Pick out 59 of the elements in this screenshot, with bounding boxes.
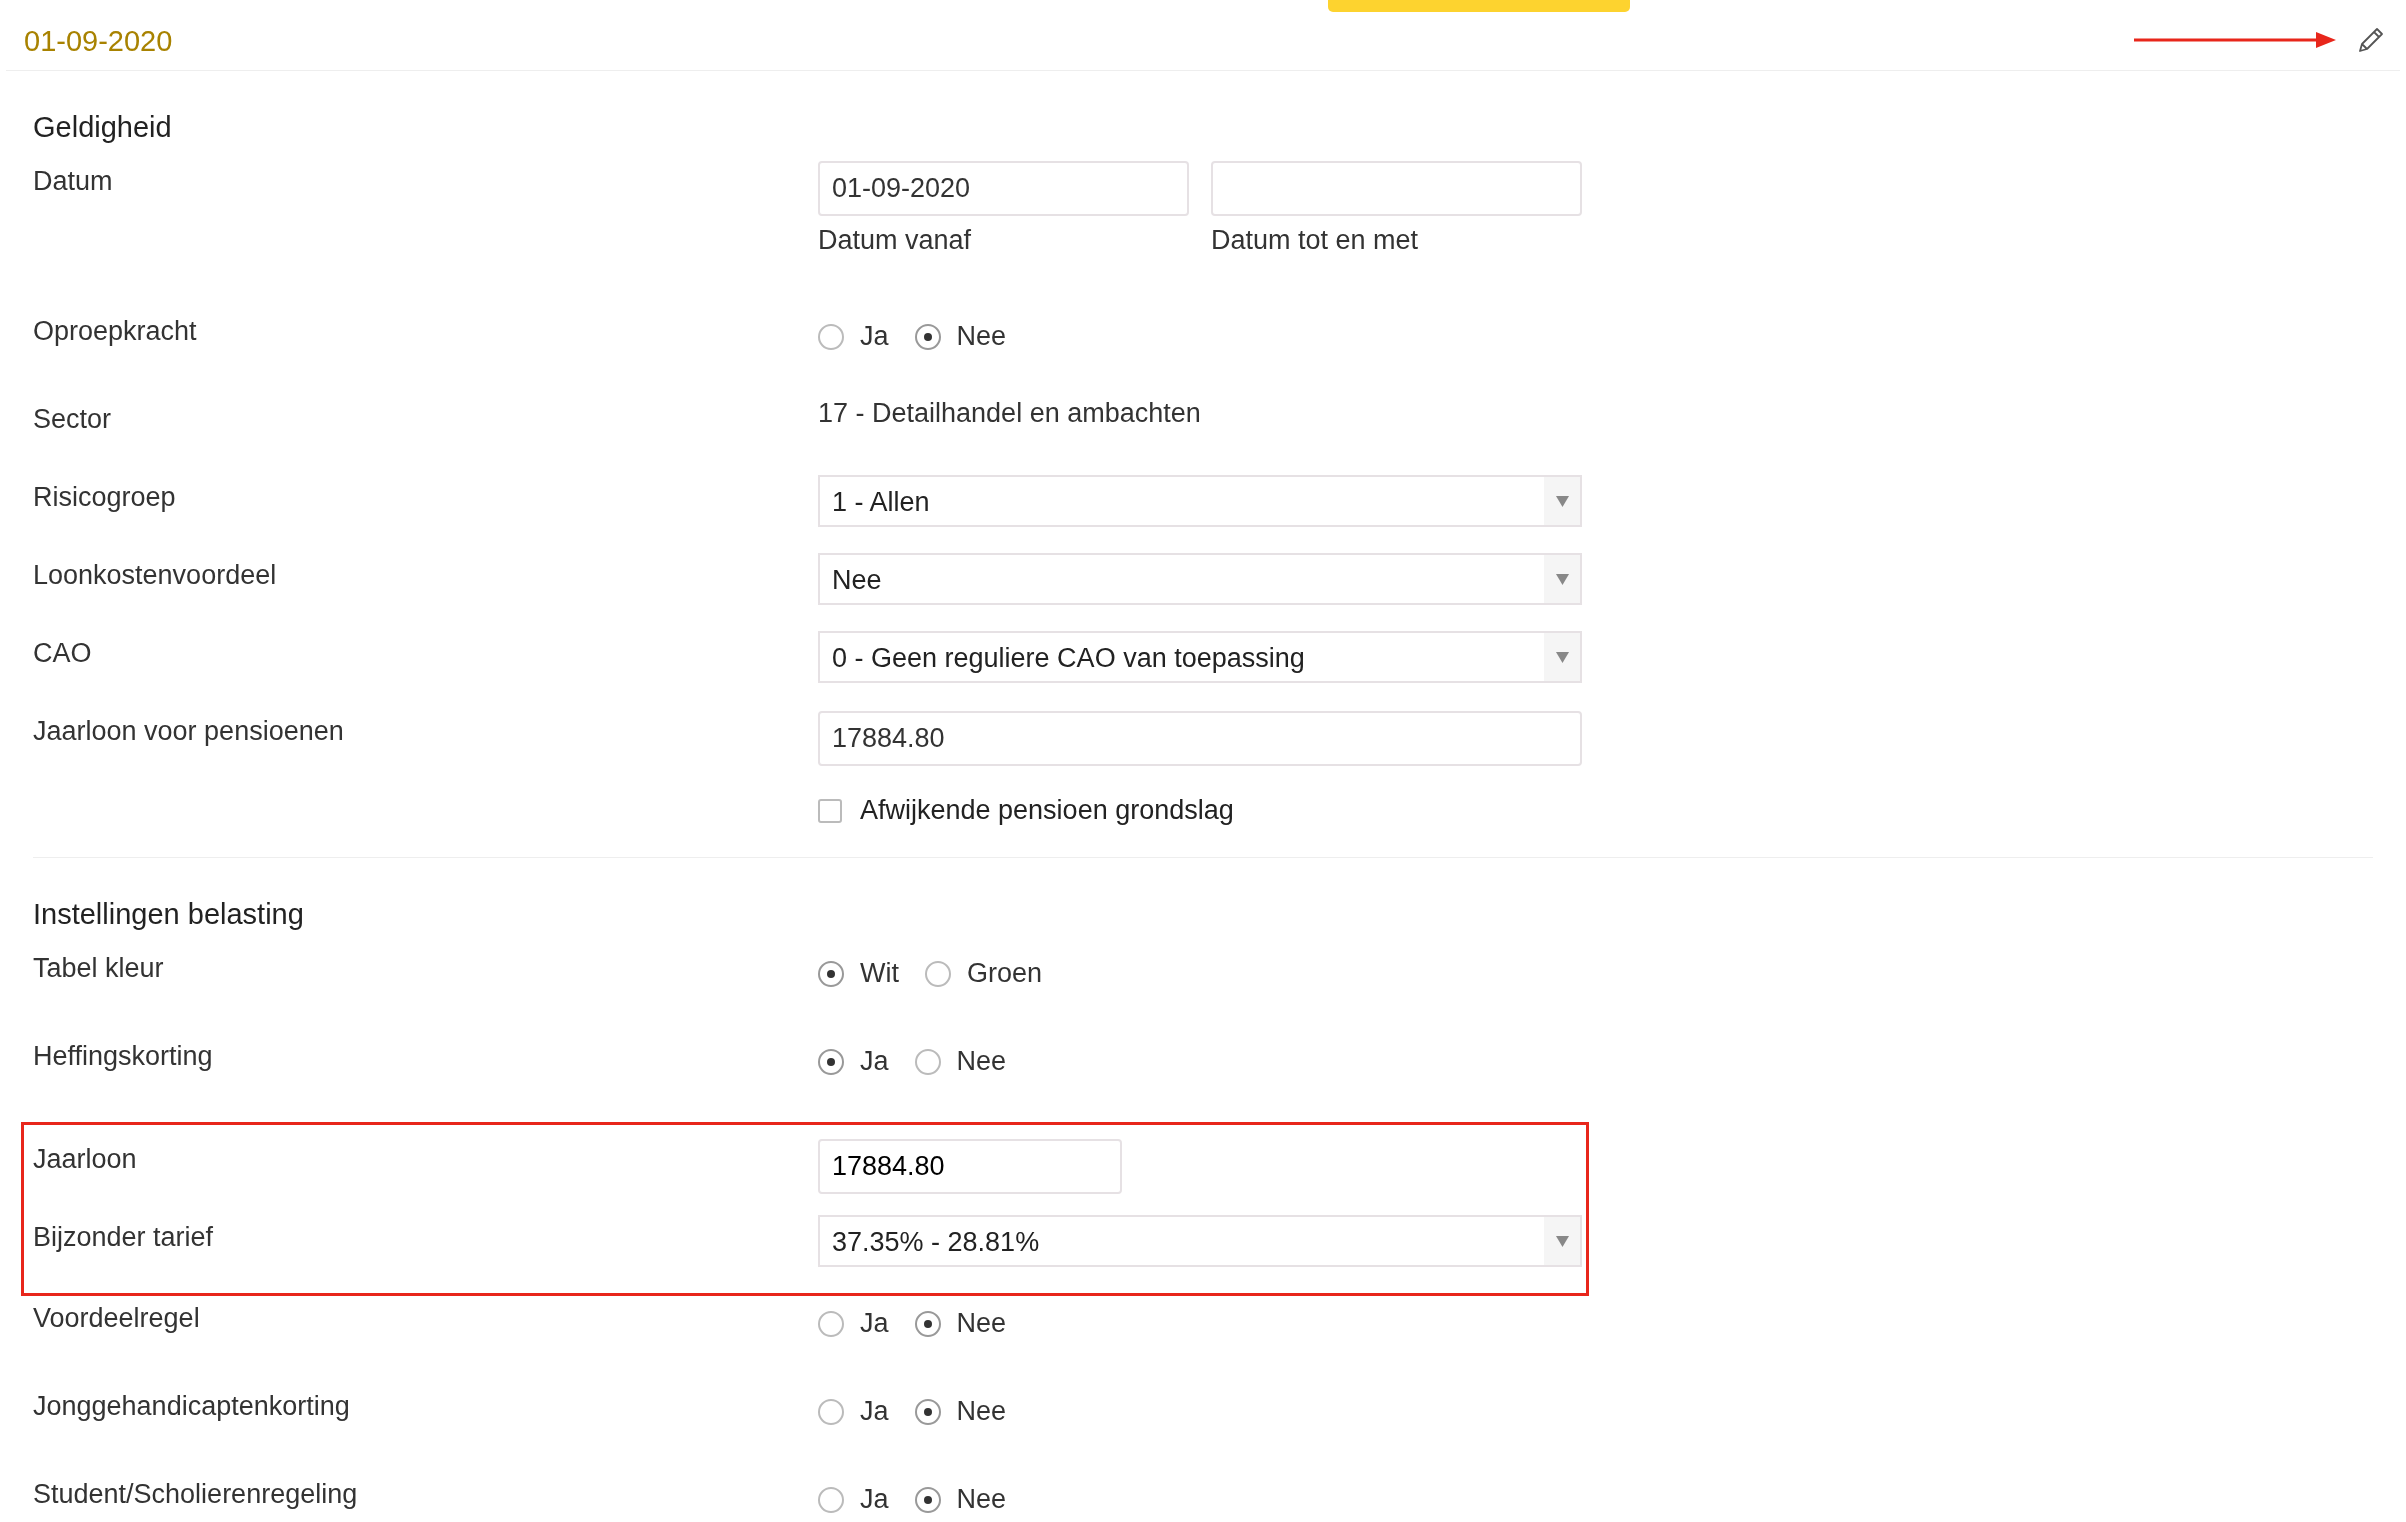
- radio-label: Ja: [860, 321, 889, 352]
- radio-button[interactable]: [818, 1398, 844, 1425]
- radio-button[interactable]: [818, 1048, 844, 1075]
- radio-label: Nee: [956, 321, 1007, 352]
- field-label: Student/Scholierenregeling: [33, 1478, 358, 1510]
- field-label: Sector: [33, 403, 112, 435]
- field-label: Datum: [33, 165, 113, 197]
- field-label: Risicogroep: [33, 481, 176, 513]
- radio-label: Nee: [956, 1308, 1007, 1339]
- caret-icon: [1555, 495, 1569, 507]
- dropdown[interactable]: 0 - Geen reguliere CAO van toepassing: [818, 631, 1582, 683]
- field-value: 17 - Detailhandel en ambachten: [818, 397, 1201, 429]
- radio-label: Ja: [860, 1046, 889, 1077]
- edit-pencil-icon[interactable]: [2356, 25, 2386, 55]
- radio-label: Nee: [956, 1396, 1007, 1427]
- field-caption: Datum tot en met: [1211, 224, 1420, 256]
- radio-label: Wit: [860, 958, 899, 989]
- header-date: 01-09-2020: [24, 23, 173, 58]
- dropdown[interactable]: 1 - Allen: [818, 475, 1582, 527]
- radio-button[interactable]: [914, 1310, 941, 1337]
- radio-button[interactable]: [914, 323, 941, 350]
- caret-icon: [1555, 1235, 1569, 1247]
- checkbox-label: Afwijkende pensioen grondslag: [860, 795, 1234, 826]
- field-label: Loonkostenvoordeel: [33, 559, 277, 591]
- radio-label: Ja: [860, 1308, 889, 1339]
- radio-button[interactable]: [914, 1398, 941, 1425]
- radio-label: Groen: [967, 958, 1043, 989]
- radio-label: Nee: [956, 1484, 1007, 1515]
- radio-button[interactable]: [914, 1486, 941, 1513]
- caret-icon: [1555, 651, 1569, 663]
- radio-label: Ja: [860, 1484, 889, 1515]
- field-label: Jonggehandicaptenkorting: [33, 1390, 350, 1422]
- checkbox[interactable]: [818, 798, 842, 823]
- field-label: Bijzonder tarief: [33, 1221, 214, 1253]
- radio-button[interactable]: [818, 1486, 844, 1513]
- section-title: Instellingen belasting: [33, 897, 305, 932]
- field-label: Jaarloon: [33, 1143, 137, 1175]
- field-label: CAO: [33, 637, 92, 669]
- radio-button[interactable]: [925, 960, 951, 987]
- input-field[interactable]: 17884.80: [818, 711, 1582, 766]
- dropdown[interactable]: 37.35% - 28.81%: [818, 1215, 1582, 1267]
- field-label: Oproepkracht: [33, 315, 197, 347]
- dropdown[interactable]: Nee: [818, 553, 1582, 605]
- field-caption: Datum vanaf: [818, 224, 973, 256]
- date-field[interactable]: 01-09-2020: [818, 161, 1189, 216]
- date-field[interactable]: [1211, 161, 1582, 216]
- section-title: Geldigheid: [33, 110, 173, 145]
- radio-button[interactable]: [818, 960, 844, 987]
- field-label: Voordeelregel: [33, 1302, 200, 1334]
- radio-label: Ja: [860, 1396, 889, 1427]
- radio-label: Nee: [956, 1046, 1007, 1077]
- field-label: Heffingskorting: [33, 1040, 213, 1072]
- input-field[interactable]: 17884.80: [818, 1139, 1122, 1194]
- caret-icon: [1555, 573, 1569, 585]
- field-label: Tabel kleur: [33, 952, 164, 984]
- field-label: Jaarloon voor pensioenen: [33, 715, 344, 747]
- radio-button[interactable]: [914, 1048, 941, 1075]
- radio-button[interactable]: [818, 323, 844, 350]
- radio-button[interactable]: [818, 1310, 844, 1337]
